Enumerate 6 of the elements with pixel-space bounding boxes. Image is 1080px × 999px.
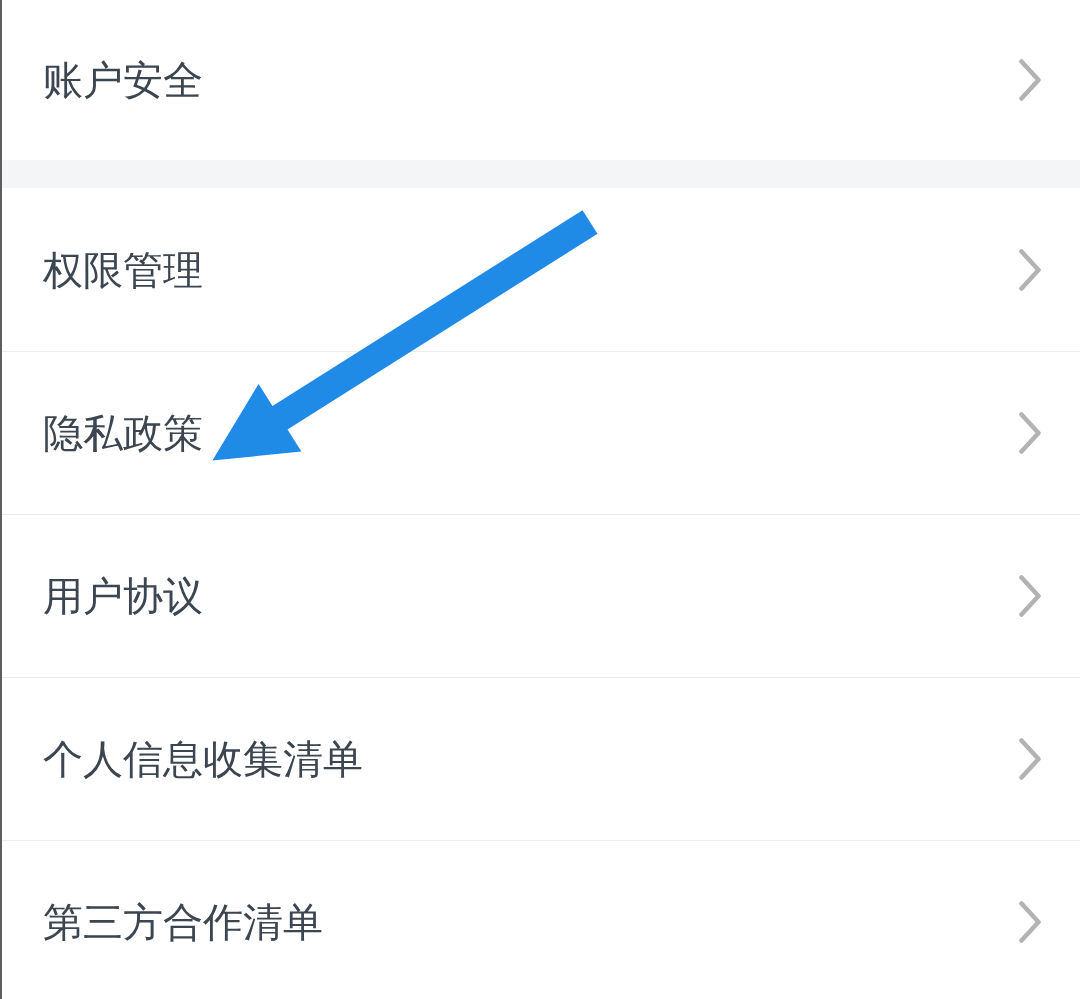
chevron-right-icon — [1019, 59, 1041, 101]
chevron-right-icon — [1019, 248, 1041, 291]
chevron-right-icon — [1019, 901, 1041, 943]
chevron-right-icon — [1019, 412, 1041, 454]
chevron-right-icon — [1019, 575, 1041, 617]
chevron-right-icon — [1019, 738, 1041, 780]
